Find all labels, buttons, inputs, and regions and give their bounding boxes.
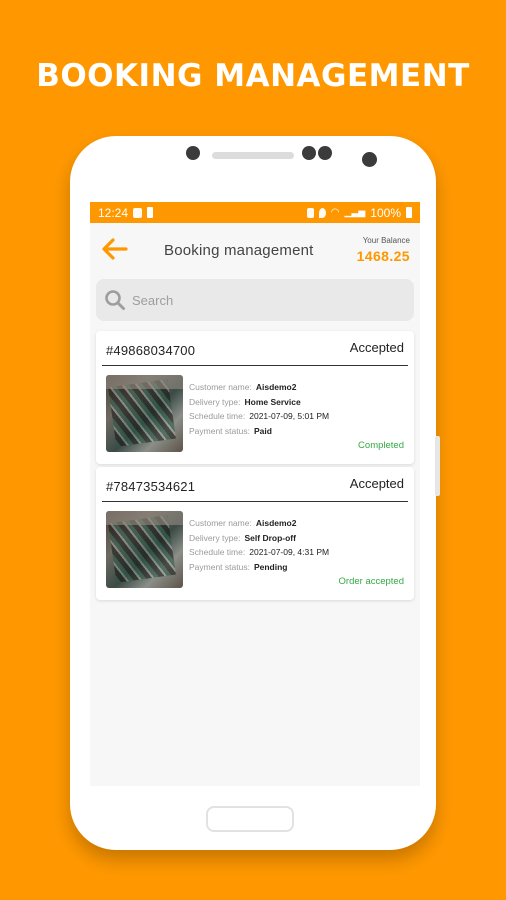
delivery-type-value: Home Service <box>244 396 301 407</box>
schedule-time-label: Schedule time: <box>189 547 246 557</box>
notification-icon <box>133 207 143 218</box>
booking-thumbnail <box>106 511 183 588</box>
customer-name-value: Aisdemo2 <box>255 518 297 528</box>
schedule-time-value: 2021-07-09, 4:31 PM <box>249 547 330 557</box>
battery-icon <box>406 207 412 218</box>
location-icon <box>318 207 326 218</box>
status-bar: 12:24 ◠ ▁▃▅ 100% <box>90 202 420 223</box>
customer-name-label: Customer name: <box>189 518 252 528</box>
phone-sensor-icon <box>186 146 200 160</box>
delivery-type-label: Delivery type: <box>189 396 241 407</box>
payment-status-label: Payment status: <box>189 425 250 436</box>
app-bar: Booking management Your Balance 1468.25 <box>90 223 420 279</box>
booking-details: Customer name: Aisdemo2 Delivery type: Hom… <box>189 380 329 438</box>
wifi-icon: ◠ <box>330 207 340 218</box>
balance-value: 1468.25 <box>356 248 410 264</box>
payment-status-value: Paid <box>253 425 272 436</box>
battery-small-icon <box>147 207 154 218</box>
payment-status-value: Pending <box>253 561 288 572</box>
delivery-type-label: Delivery type: <box>189 532 241 543</box>
vibrate-icon <box>306 207 314 218</box>
phone-camera-icon <box>318 146 332 160</box>
booking-card-header: #78473534621 Accepted <box>96 467 414 502</box>
divider <box>102 365 408 366</box>
booking-status: Accepted <box>349 340 404 355</box>
booking-status: Accepted <box>349 476 404 491</box>
search-input[interactable]: Search <box>96 279 414 321</box>
payment-status-label: Payment status: <box>189 561 250 572</box>
search-placeholder: Search <box>132 292 174 308</box>
booking-state: Completed <box>358 440 404 451</box>
customer-name-value: Aisdemo2 <box>255 382 297 392</box>
phone-front-camera-icon <box>362 152 377 167</box>
search-icon <box>105 290 125 310</box>
schedule-time-label: Schedule time: <box>189 411 246 421</box>
home-button[interactable] <box>206 806 294 832</box>
phone-camera-icon <box>302 146 316 160</box>
booking-thumbnail <box>106 375 183 452</box>
booking-details: Customer name: Aisdemo2 Delivery type: Sel… <box>189 516 329 574</box>
arrow-left-icon[interactable] <box>100 237 128 261</box>
booking-state: Order accepted <box>338 576 404 587</box>
phone-side-button <box>435 436 440 496</box>
delivery-type-value: Self Drop-off <box>244 532 296 543</box>
booking-id: #49868034700 <box>106 343 196 358</box>
page-title: Booking management <box>164 242 314 259</box>
signal-icon: ▁▃▅ <box>344 207 366 217</box>
schedule-time-value: 2021-07-09, 5:01 PM <box>249 411 330 421</box>
booking-card[interactable]: #78473534621 Accepted Customer name: Aisd… <box>96 467 414 600</box>
promo-title: BOOKING MANAGEMENT <box>36 58 470 94</box>
app-screen: 12:24 ◠ ▁▃▅ 100% Booking management Your… <box>90 202 420 786</box>
phone-frame: 12:24 ◠ ▁▃▅ 100% Booking management Your… <box>70 136 440 850</box>
booking-card[interactable]: #49868034700 Accepted Customer name: Aisd… <box>96 331 414 464</box>
customer-name-label: Customer name: <box>189 382 252 392</box>
battery-percent: 100% <box>370 205 401 220</box>
phone-speaker <box>212 152 294 159</box>
booking-id: #78473534621 <box>106 479 196 494</box>
status-time: 12:24 <box>98 205 129 220</box>
booking-card-header: #49868034700 Accepted <box>96 331 414 366</box>
balance-label: Your Balance <box>362 236 410 245</box>
divider <box>102 501 408 502</box>
